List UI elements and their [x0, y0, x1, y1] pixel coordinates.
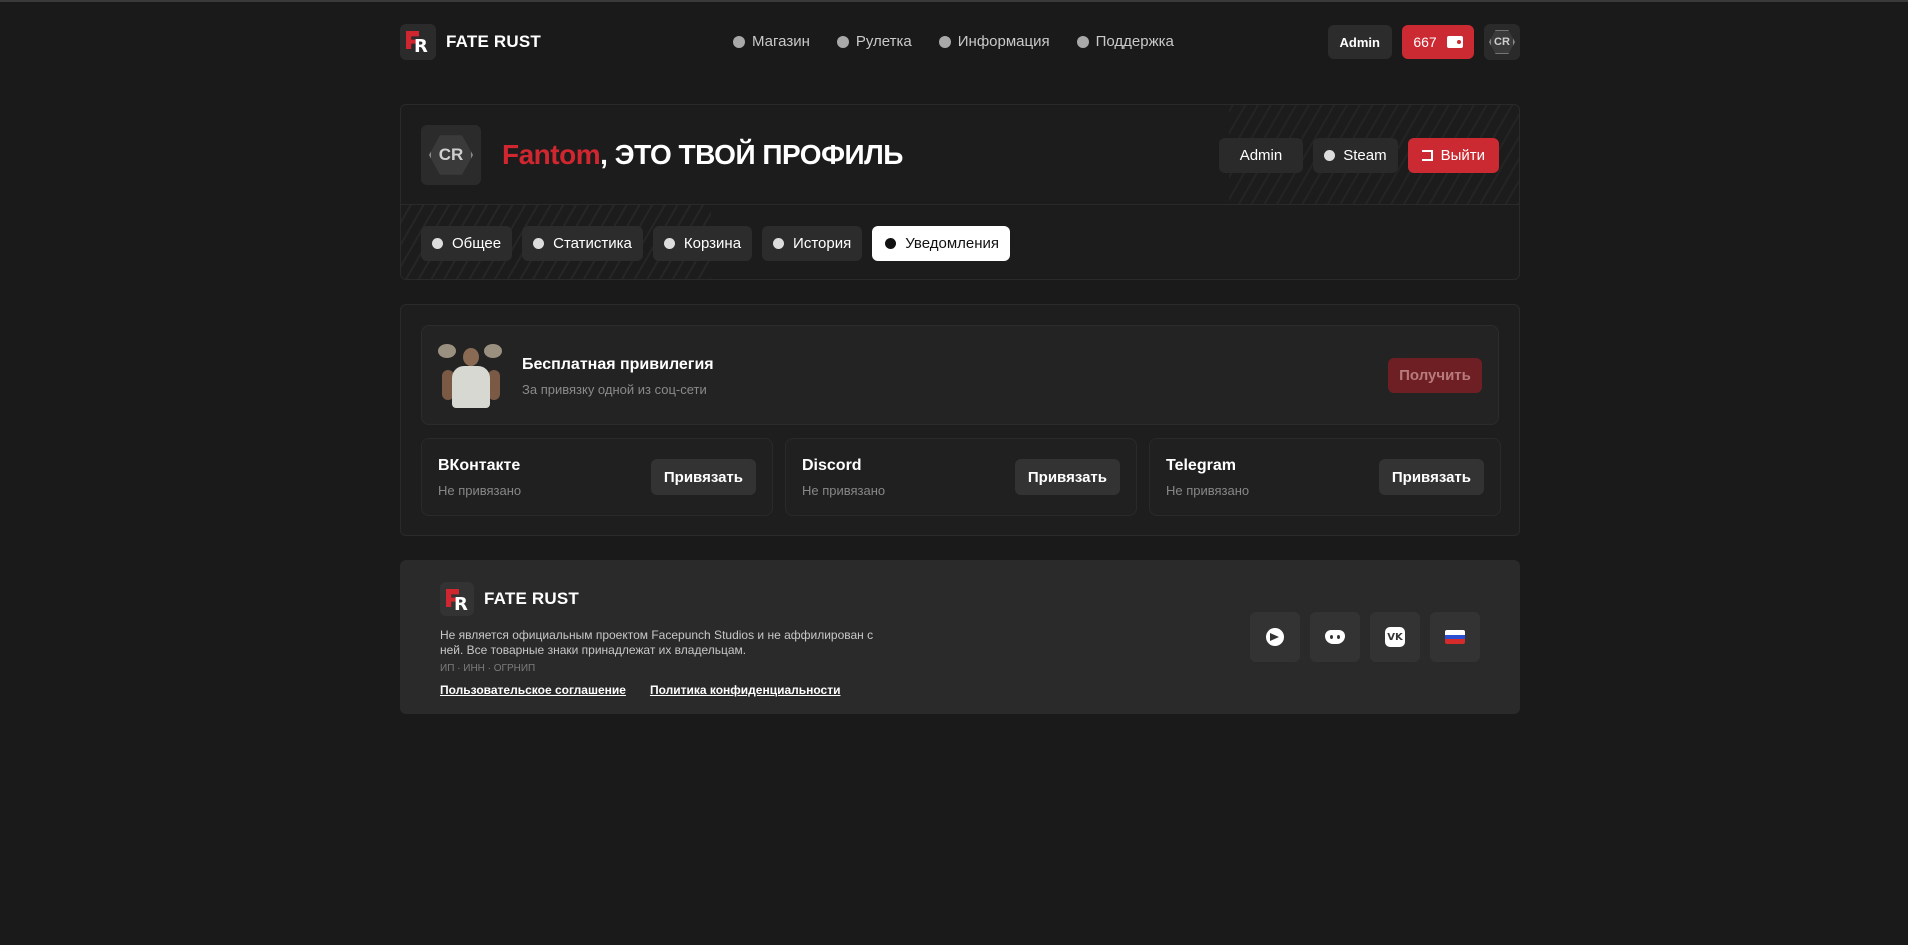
admin-label: Admin [1239, 147, 1283, 164]
social-status: Не привязано [802, 483, 886, 498]
logout-button[interactable]: Выйти [1407, 138, 1499, 173]
history-icon [773, 238, 785, 249]
steam-button[interactable]: Steam [1313, 138, 1398, 173]
top-border [0, 0, 1908, 2]
social-status: Не привязано [438, 483, 522, 498]
terms-link[interactable]: Пользовательское соглашение [440, 683, 626, 697]
privilege-title: Бесплатная привилегия [522, 356, 714, 373]
nav-item-label: Рулетка [855, 33, 912, 50]
roulette-icon [836, 35, 849, 48]
privilege-character-image [438, 340, 502, 410]
wallet-icon [1446, 36, 1463, 48]
language-button[interactable] [1430, 612, 1480, 662]
free-privilege-card: Бесплатная привилегия За привязку одной … [421, 325, 1499, 425]
profile-title: Fantom, ЭТО ТВОЙ ПРОФИЛЬ [502, 139, 903, 171]
social-card-telegram: Telegram Не привязано Привязать [1149, 438, 1501, 516]
brand-name: FATE RUST [446, 32, 541, 51]
notifications-panel: Бесплатная привилегия За привязку одной … [400, 304, 1520, 536]
header-actions: Admin 667 CR [1327, 24, 1520, 60]
social-links: ВКонтакте Не привязано Привязать Discord… [421, 438, 1501, 516]
footer-legal-info: ИП · ИНН · ОГРНИП [440, 663, 536, 674]
tab-label: Корзина [683, 235, 742, 252]
info-icon [432, 238, 443, 249]
main-nav: Магазин Рулетка Информация Поддержка [733, 33, 1174, 50]
vk-button[interactable]: VK [1370, 612, 1420, 662]
nav-item-support[interactable]: Поддержка [1076, 33, 1174, 50]
nav-item-roulette[interactable]: Рулетка [836, 33, 912, 50]
social-name: Discord [802, 457, 862, 474]
social-status: Не привязано [1166, 483, 1250, 498]
social-card-discord: Discord Не привязано Привязать [785, 438, 1137, 516]
footer-links: Пользовательское соглашение Политика кон… [440, 683, 840, 697]
telegram-button[interactable] [1250, 612, 1300, 662]
logo-mark-icon: R [400, 24, 436, 60]
tab-label: Общее [452, 235, 502, 252]
footer-disclaimer: Не является официальным проектом Facepun… [440, 628, 874, 657]
support-icon [1076, 35, 1089, 48]
site-footer: R FATE RUST Не является официальным прое… [400, 560, 1520, 714]
avatar-emblem-icon: CR [429, 135, 473, 175]
logout-icon [1421, 150, 1433, 161]
nav-item-label: Поддержка [1095, 33, 1174, 50]
profile-nickname: Fantom [502, 139, 601, 170]
tab-statistics[interactable]: Статистика [522, 226, 643, 261]
link-telegram-button[interactable]: Привязать [1378, 459, 1484, 495]
site-header: R FATE RUST Магазин Рулетка Информация П… [400, 24, 1520, 60]
logo-mark-icon: R [440, 582, 474, 616]
vk-icon: VK [1385, 627, 1405, 647]
admin-button[interactable]: Admin [1327, 25, 1392, 59]
profile-title-suffix: , ЭТО ТВОЙ ПРОФИЛЬ [600, 139, 903, 170]
shop-icon [733, 35, 745, 48]
tab-label: Уведомления [905, 235, 1000, 252]
footer-social-icons: VK [1250, 612, 1480, 662]
social-name: ВКонтакте [438, 457, 521, 474]
get-privilege-button[interactable]: Получить [1388, 358, 1482, 393]
link-discord-button[interactable]: Привязать [1014, 459, 1120, 495]
social-name: Telegram [1166, 457, 1236, 474]
tab-general[interactable]: Общее [421, 226, 513, 261]
profile-actions: Admin Steam Выйти [1218, 138, 1499, 173]
link-vk-button[interactable]: Привязать [650, 459, 756, 495]
site-logo[interactable]: R FATE RUST [400, 24, 541, 60]
profile-avatar: CR [421, 125, 481, 185]
tab-label: Статистика [553, 235, 632, 252]
avatar-emblem-icon: CR [1489, 30, 1515, 54]
balance-value: 667 [1413, 34, 1437, 50]
info-icon [938, 35, 951, 48]
profile-card: CR Fantom, ЭТО ТВОЙ ПРОФИЛЬ Admin Steam … [400, 104, 1520, 280]
telegram-icon [1266, 628, 1284, 646]
footer-logo[interactable]: R FATE RUST [440, 582, 579, 616]
social-card-vk: ВКонтакте Не привязано Привязать [421, 438, 773, 516]
logout-label: Выйти [1440, 147, 1485, 164]
profile-admin-button[interactable]: Admin [1218, 138, 1304, 173]
bell-icon [885, 238, 897, 249]
profile-header: CR Fantom, ЭТО ТВОЙ ПРОФИЛЬ Admin Steam … [401, 105, 1519, 205]
tab-history[interactable]: История [762, 226, 863, 261]
cart-icon [663, 238, 675, 249]
privilege-subtitle: За привязку одной из соц-сети [522, 382, 707, 397]
tab-cart[interactable]: Корзина [652, 226, 753, 261]
nav-item-shop[interactable]: Магазин [733, 33, 810, 50]
steam-label: Steam [1343, 147, 1387, 164]
steam-icon [1324, 150, 1336, 161]
nav-item-info[interactable]: Информация [938, 33, 1050, 50]
balance-button[interactable]: 667 [1402, 25, 1474, 59]
privacy-link[interactable]: Политика конфиденциальности [650, 683, 841, 697]
footer-brand-name: FATE RUST [484, 589, 579, 608]
tab-notifications[interactable]: Уведомления [872, 226, 1011, 261]
nav-item-label: Магазин [752, 33, 810, 50]
discord-button[interactable] [1310, 612, 1360, 662]
discord-icon [1325, 630, 1345, 644]
profile-tabs: Общее Статистика Корзина История Уведомл… [421, 226, 1011, 261]
user-avatar[interactable]: CR [1484, 24, 1520, 60]
stats-icon [533, 238, 545, 249]
nav-item-label: Информация [957, 33, 1050, 50]
tab-label: История [793, 235, 852, 252]
russia-flag-icon [1445, 630, 1465, 644]
